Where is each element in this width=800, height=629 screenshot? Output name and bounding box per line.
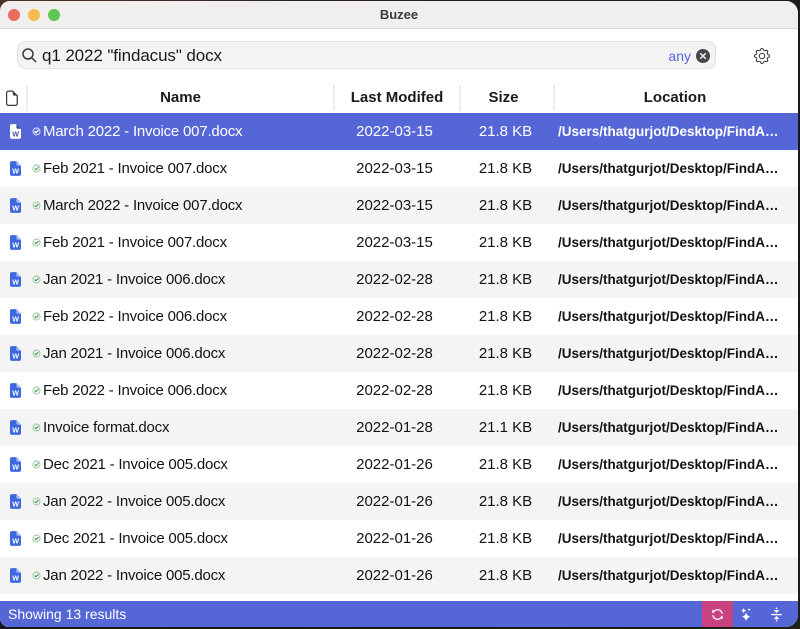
- svg-text:W: W: [12, 389, 19, 397]
- svg-text:W: W: [12, 500, 19, 508]
- svg-text:W: W: [12, 278, 19, 286]
- svg-text:W: W: [12, 426, 19, 434]
- svg-text:W: W: [12, 241, 19, 249]
- svg-text:W: W: [12, 537, 19, 545]
- svg-text:W: W: [12, 315, 19, 323]
- svg-text:W: W: [12, 204, 19, 212]
- svg-text:W: W: [12, 574, 19, 582]
- svg-text:W: W: [12, 463, 19, 471]
- svg-text:W: W: [12, 167, 19, 175]
- svg-text:W: W: [12, 352, 19, 360]
- svg-text:W: W: [12, 130, 19, 138]
